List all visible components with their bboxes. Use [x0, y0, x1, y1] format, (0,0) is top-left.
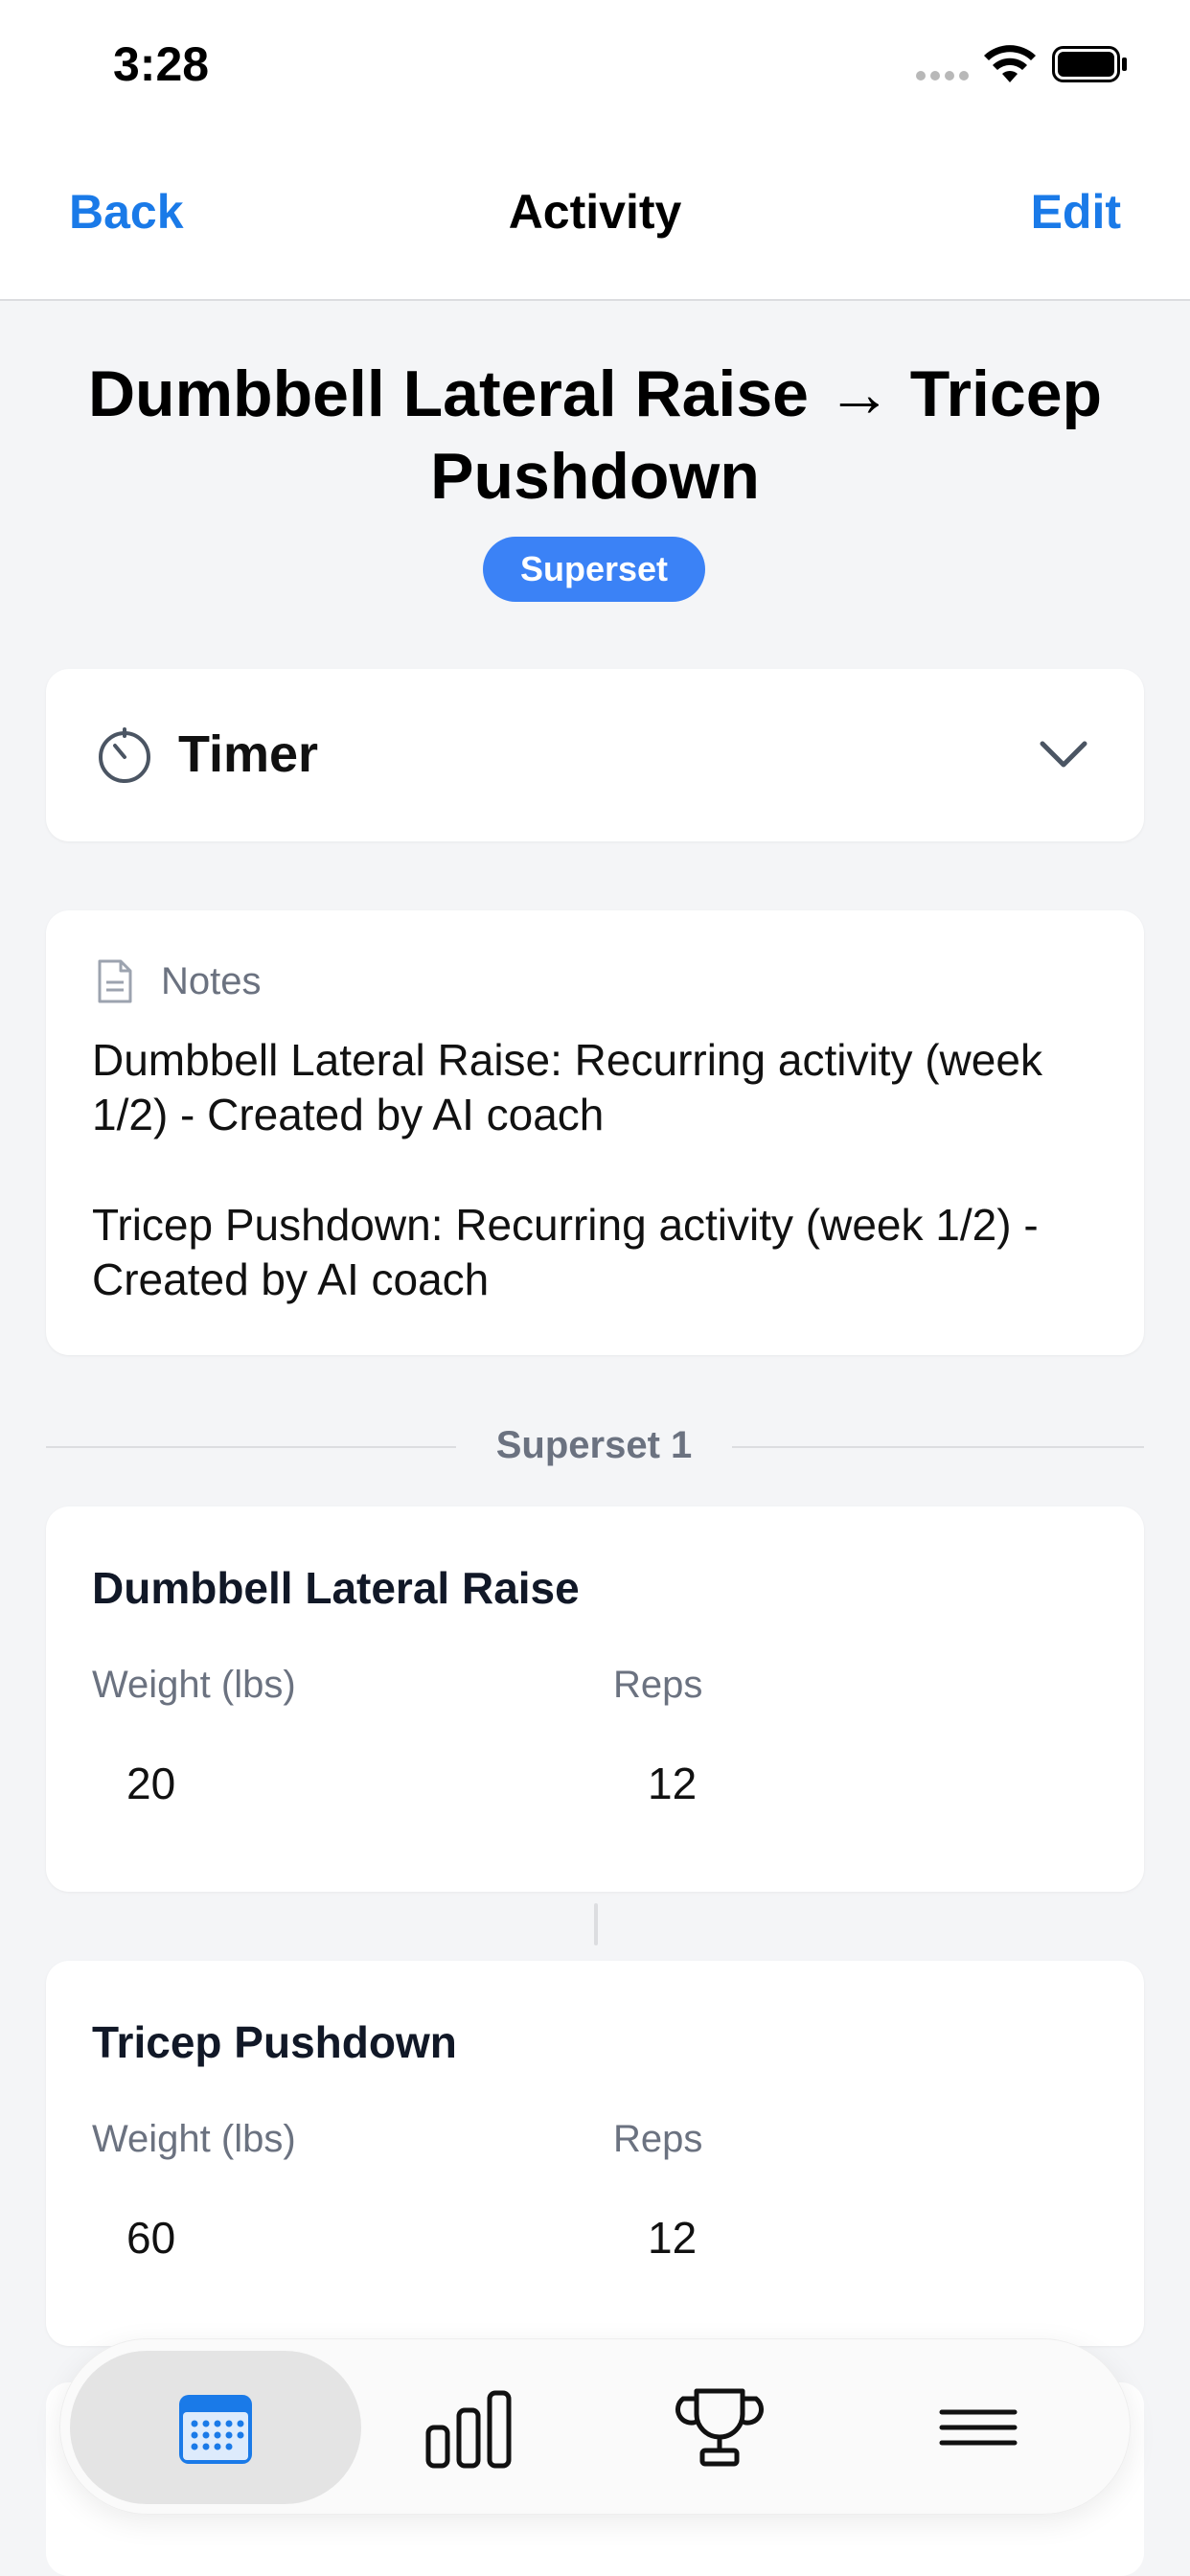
notes-text: Dumbbell Lateral Raise: Recurring activi…: [92, 1033, 1108, 1307]
tab-calendar[interactable]: [162, 2374, 269, 2481]
reps-label: Reps: [613, 2118, 703, 2160]
reps-value[interactable]: 12: [648, 2212, 697, 2264]
status-time: 3:28: [113, 37, 210, 91]
superset-badge: Superset: [483, 537, 705, 602]
notes-label: Notes: [161, 960, 262, 1002]
status-bar: 3:28: [0, 0, 1190, 134]
weight-value[interactable]: 60: [126, 2212, 175, 2264]
reps-value[interactable]: 12: [648, 1758, 697, 1809]
edit-button[interactable]: Edit: [1031, 184, 1121, 240]
cellular-signal-icon: [916, 71, 969, 80]
reps-label: Reps: [613, 1664, 703, 1706]
timer-card[interactable]: Timer: [46, 669, 1144, 841]
note-paragraph: Dumbbell Lateral Raise: Recurring activi…: [92, 1035, 1042, 1139]
weight-value[interactable]: 20: [126, 1758, 175, 1809]
superset-connector: [594, 1903, 598, 1945]
timer-label: Timer: [178, 725, 319, 783]
tab-menu[interactable]: [925, 2374, 1032, 2481]
weight-label: Weight (lbs): [92, 2118, 296, 2160]
calendar-icon: [179, 2395, 252, 2464]
note-paragraph: Tricep Pushdown: Recurring activity (wee…: [92, 1200, 1039, 1304]
trophy-icon: [675, 2388, 764, 2467]
exercise-name: Dumbbell Lateral Raise: [92, 1563, 580, 1613]
superset-group-label: Superset 1: [495, 1424, 693, 1466]
navigation-bar: Activity Back Edit: [0, 134, 1190, 301]
battery-icon: [1052, 46, 1127, 82]
tab-stats[interactable]: [415, 2374, 522, 2481]
exercise-card-tricep-pushdown[interactable]: Tricep Pushdown Weight (lbs) Reps 60 12: [46, 1961, 1144, 2346]
exercise-name: Tricep Pushdown: [92, 2017, 457, 2067]
tab-achievements[interactable]: [666, 2374, 773, 2481]
tab-bar: [59, 2338, 1131, 2515]
divider: [46, 1446, 456, 1448]
exercise-card-lateral-raise[interactable]: Dumbbell Lateral Raise Weight (lbs) Reps…: [46, 1506, 1144, 1892]
back-button[interactable]: Back: [69, 184, 184, 240]
stopwatch-icon: [99, 727, 150, 783]
document-icon: [98, 959, 132, 1003]
notes-card: Notes Dumbbell Lateral Raise: Recurring …: [46, 910, 1144, 1355]
activity-title: Dumbbell Lateral Raise → Tricep Pushdown: [87, 357, 1103, 513]
chevron-down-icon[interactable]: [1037, 734, 1090, 772]
menu-icon: [939, 2409, 1018, 2446]
wifi-icon: [984, 45, 1036, 82]
divider: [732, 1446, 1144, 1448]
weight-label: Weight (lbs): [92, 1664, 296, 1706]
bar-chart-icon: [425, 2390, 512, 2469]
